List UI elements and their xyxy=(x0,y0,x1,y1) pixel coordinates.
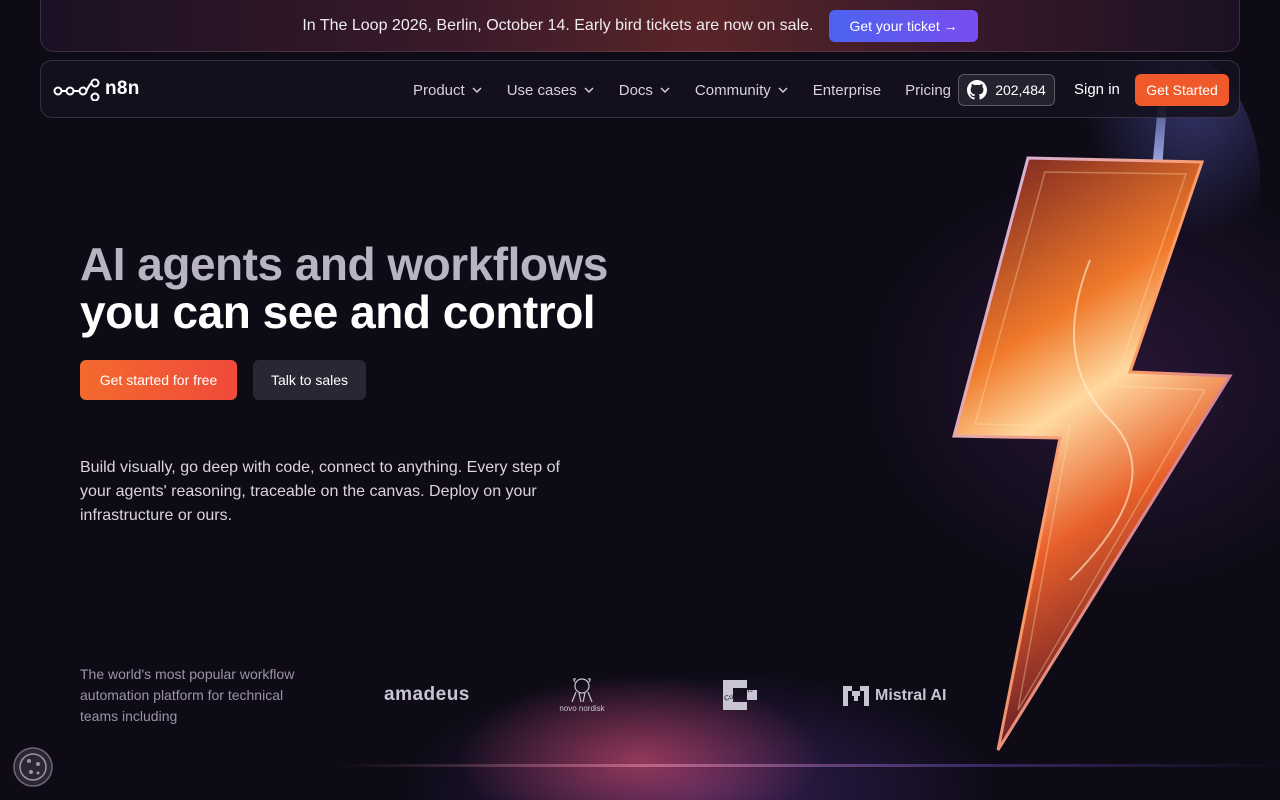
cummins-logo: Cummins xyxy=(717,676,761,719)
announcement-text: In The Loop 2026, Berlin, October 14. Ea… xyxy=(302,16,814,34)
hero-headline: AI agents and workflows you can see and … xyxy=(80,240,608,336)
logo-text: n8n xyxy=(105,78,140,99)
get-ticket-button[interactable]: Get your ticket → xyxy=(829,9,978,42)
chevron-down-icon xyxy=(472,87,482,93)
get-started-button[interactable]: Get Started xyxy=(1135,74,1229,106)
nav-enterprise[interactable]: Enterprise xyxy=(813,82,881,99)
top-nav: n8n Product Use cases Docs Community Ent… xyxy=(40,60,1240,118)
main-menu: Product Use cases Docs Community Enterpr… xyxy=(413,61,975,119)
cummins-icon: Cummins xyxy=(723,680,757,710)
nav-docs[interactable]: Docs xyxy=(619,82,671,99)
nav-use-cases[interactable]: Use cases xyxy=(507,82,595,99)
novo-nordisk-logo: novo nordisk xyxy=(552,676,612,713)
headline-line-2: you can see and control xyxy=(80,286,596,338)
announcement-bar: In The Loop 2026, Berlin, October 14. Ea… xyxy=(40,0,1240,52)
lightning-bolt-icon xyxy=(952,60,1260,751)
talk-to-sales-button[interactable]: Talk to sales xyxy=(253,360,366,400)
chevron-down-icon xyxy=(660,87,670,93)
github-icon xyxy=(967,80,988,100)
chevron-down-icon xyxy=(778,87,788,93)
github-stars-button[interactable]: 202,484 xyxy=(958,74,1055,106)
nav-docs-label: Docs xyxy=(618,81,653,99)
nav-use-cases-label: Use cases xyxy=(506,81,577,99)
chevron-down-icon xyxy=(584,87,594,93)
nav-community-label: Community xyxy=(694,81,771,99)
headline-line-1: AI agents and workflows xyxy=(80,238,608,290)
logo[interactable]: n8n xyxy=(53,77,140,101)
n8n-logo-icon xyxy=(53,78,100,101)
mistral-icon xyxy=(843,686,869,706)
nav-product[interactable]: Product xyxy=(413,82,483,99)
hero-subcopy: Build visually, go deep with code, conne… xyxy=(80,459,560,524)
amadeus-logo: amadeus xyxy=(384,684,470,705)
github-stars-count: 202,484 xyxy=(995,82,1046,98)
sign-in-link[interactable]: Sign in xyxy=(1074,81,1120,98)
nav-pricing-label: Pricing xyxy=(905,81,952,99)
bull-icon xyxy=(571,678,593,703)
trusted-by-text: The world's most popular workflow automa… xyxy=(80,666,295,724)
nav-community[interactable]: Community xyxy=(695,82,789,99)
floor-glow xyxy=(340,764,1280,767)
cookie-icon[interactable] xyxy=(12,746,54,788)
nav-product-label: Product xyxy=(413,81,465,99)
nav-pricing[interactable]: Pricing xyxy=(905,82,951,99)
novo-nordisk-label: novo nordisk xyxy=(559,704,605,713)
mistral-ai-label: Mistral AI xyxy=(875,687,947,704)
get-started-free-button[interactable]: Get started for free xyxy=(80,360,237,400)
mistral-ai-logo: Mistral AI xyxy=(843,686,946,706)
nav-enterprise-label: Enterprise xyxy=(812,81,882,99)
